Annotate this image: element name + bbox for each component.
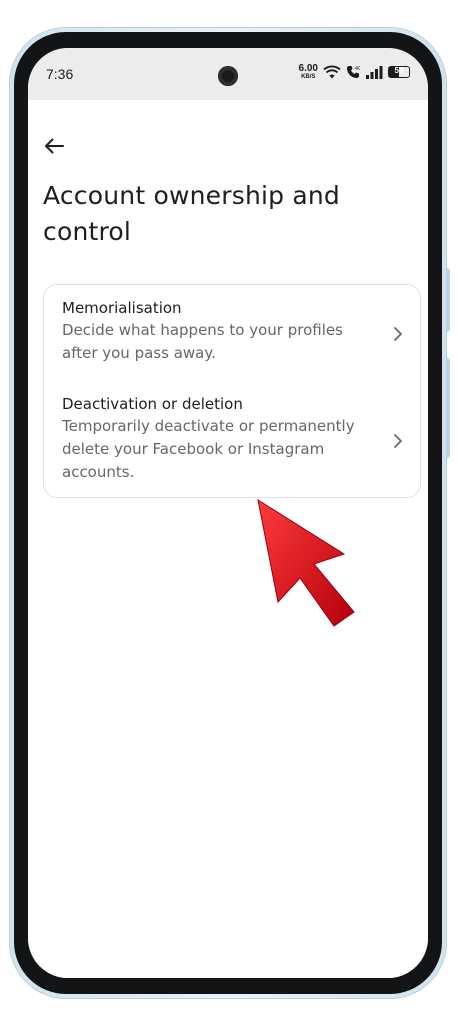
option-description: Temporarily deactivate or permanently de… — [62, 417, 355, 481]
status-time: 7:36 — [46, 66, 74, 82]
phone-bezel: 7:36 6.00 KB/S 4G — [14, 32, 442, 994]
back-button[interactable] — [40, 132, 68, 160]
option-title: Deactivation or deletion — [62, 395, 243, 413]
battery-icon: 50 — [388, 66, 410, 78]
status-bar: 7:36 6.00 KB/S 4G — [28, 48, 428, 100]
call-icon: 4G — [347, 66, 360, 78]
screen: 7:36 6.00 KB/S 4G — [28, 48, 428, 978]
option-description: Decide what happens to your profiles aft… — [62, 321, 343, 362]
chevron-right-icon — [394, 434, 402, 448]
network-speed: 6.00 KB/S — [298, 63, 318, 81]
network-speed-value: 6.00 — [298, 63, 318, 74]
settings-page: Account ownership and control Memorialis… — [28, 100, 428, 978]
memorialisation-option[interactable]: Memorialisation Decide what happens to y… — [44, 297, 420, 365]
page-title: Account ownership and control — [43, 181, 340, 246]
option-title: Memorialisation — [62, 299, 182, 317]
signal-icon — [366, 65, 383, 79]
chevron-right-icon — [394, 327, 402, 341]
power-button — [446, 358, 450, 458]
arrow-left-icon — [45, 138, 64, 154]
volume-button — [446, 268, 450, 332]
network-speed-unit: KB/S — [301, 74, 316, 80]
battery-percent: 50 — [394, 66, 404, 75]
deactivation-deletion-option[interactable]: Deactivation or deletion Temporarily dea… — [44, 393, 420, 484]
svg-text:4G: 4G — [355, 66, 360, 72]
options-card: Memorialisation Decide what happens to y… — [43, 284, 421, 498]
front-camera — [218, 66, 238, 86]
status-icons: 6.00 KB/S 4G — [299, 64, 410, 80]
wifi-icon — [323, 65, 341, 79]
phone-frame: 7:36 6.00 KB/S 4G — [10, 28, 450, 998]
red-pointer-arrow-icon — [257, 498, 355, 627]
